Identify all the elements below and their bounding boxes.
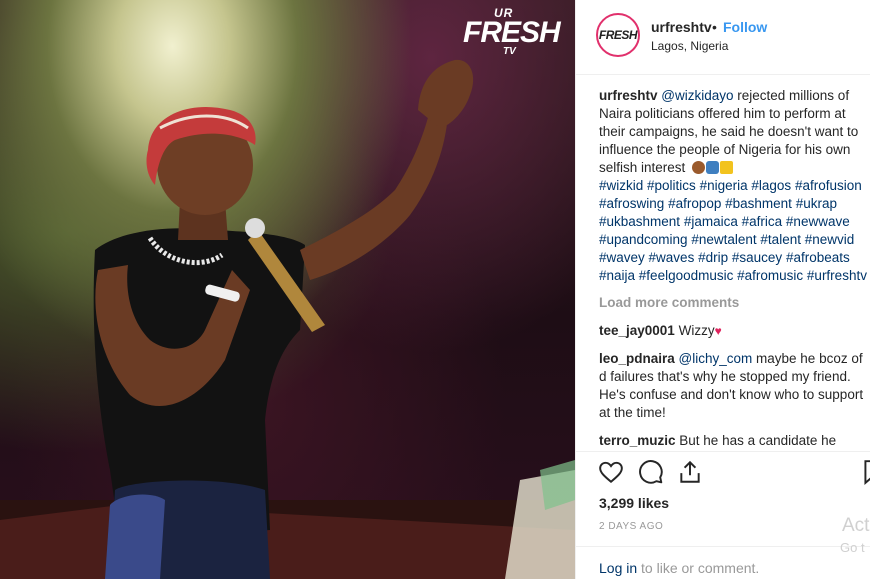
hashtag-list: #wizkid #politics #nigeria #lagos #afrof… (599, 178, 867, 283)
share-icon[interactable] (677, 459, 703, 485)
comment-username[interactable]: tee_jay0001 (599, 323, 675, 338)
post-photo[interactable]: UR FRESH TV (0, 0, 575, 579)
follow-button[interactable]: Follow (723, 19, 767, 35)
header-separator: • (712, 19, 717, 35)
comment-mention[interactable]: @lichy_com (679, 351, 753, 366)
hashtag-link[interactable]: #newwave (786, 214, 850, 229)
bookmark-icon[interactable] (860, 459, 870, 485)
hashtag-link[interactable]: #afropop (668, 196, 721, 211)
post-side-panel: FRESH urfreshtv • Follow Lagos, Nigeria … (575, 0, 870, 579)
activate-windows-subtext: Go t (840, 540, 865, 555)
hashtag-link[interactable]: #ukbashment (599, 214, 680, 229)
heart-icon[interactable] (598, 459, 624, 485)
hashtag-link[interactable]: #bashment (725, 196, 792, 211)
divider (576, 546, 870, 547)
hashtag-link[interactable]: #newvid (805, 232, 855, 247)
location-link[interactable]: Lagos, Nigeria (651, 39, 728, 53)
comments-area[interactable]: urfreshtv @wizkidayo rejected millions o… (599, 87, 867, 451)
avatar-logo-text: FRESH (598, 28, 638, 42)
hashtag-link[interactable]: #lagos (751, 178, 791, 193)
fist-emoji-icon (692, 161, 706, 175)
comment-text: But he has a candidate he (675, 433, 837, 449)
hashtag-link[interactable]: #wizkid (599, 178, 643, 193)
raised-hands-emoji-icon (706, 161, 720, 175)
hashtag-link[interactable]: #nigeria (700, 178, 748, 193)
hashtag-link[interactable]: #upandcoming (599, 232, 688, 247)
comment-icon[interactable] (638, 459, 664, 485)
login-link[interactable]: Log in (599, 560, 637, 576)
hashtag-link[interactable]: #ukrap (796, 196, 837, 211)
crown-emoji-icon (720, 161, 734, 175)
post-timestamp[interactable]: 2 DAYS AGO (599, 521, 663, 532)
comment-item: terro_muzic But he has a candidate he (599, 432, 867, 450)
hashtag-link[interactable]: #wavey (599, 250, 645, 265)
hashtag-link[interactable]: #urfreshtv (807, 268, 867, 283)
hashtag-link[interactable]: #afrobeats (786, 250, 850, 265)
caption-username[interactable]: urfreshtv (599, 88, 658, 103)
post-header: FRESH urfreshtv • Follow Lagos, Nigeria (576, 0, 870, 75)
activate-windows-overlay: Acti (842, 515, 870, 536)
hashtag-link[interactable]: #afromusic (737, 268, 803, 283)
likes-count[interactable]: 3,299 likes (599, 495, 669, 511)
performer-illustration (0, 59, 575, 579)
hashtag-link[interactable]: #afrofusion (795, 178, 862, 193)
caption-mention[interactable]: @wizkidayo (661, 88, 733, 103)
heart-emoji-icon: ♥ (714, 324, 722, 339)
login-rest-text: to like or comment. (637, 560, 760, 576)
comment-username[interactable]: terro_muzic (599, 433, 676, 448)
avatar[interactable]: FRESH (596, 13, 640, 57)
hashtag-link[interactable]: #drip (698, 250, 728, 265)
comment-item: leo_pdnaira @lichy_com maybe he bcoz of … (599, 350, 867, 422)
emoji-group (692, 159, 734, 177)
hashtag-link[interactable]: #saucey (732, 250, 782, 265)
hashtag-link[interactable]: #talent (760, 232, 801, 247)
hashtag-link[interactable]: #politics (647, 178, 696, 193)
action-bar (598, 459, 870, 489)
divider (576, 451, 870, 452)
hashtag-link[interactable]: #naija (599, 268, 635, 283)
hashtag-link[interactable]: #jamaica (684, 214, 738, 229)
login-prompt: Log in to like or comment. (599, 560, 759, 576)
comment-username[interactable]: leo_pdnaira (599, 351, 675, 366)
caption: urfreshtv @wizkidayo rejected millions o… (599, 87, 867, 285)
hashtag-link[interactable]: #africa (742, 214, 783, 229)
hashtag-link[interactable]: #feelgoodmusic (639, 268, 734, 283)
header-username[interactable]: urfreshtv (651, 19, 712, 35)
comment-item: tee_jay0001 Wizzy♥ (599, 322, 867, 340)
comment-text: Wizzy (674, 323, 715, 339)
load-more-comments[interactable]: Load more comments (599, 294, 867, 312)
hashtag-link[interactable]: #afroswing (599, 196, 664, 211)
watermark-tv: TV (503, 46, 516, 57)
urfresh-watermark: UR FRESH TV (463, 6, 561, 62)
hashtag-link[interactable]: #waves (649, 250, 695, 265)
watermark-fresh: FRESH (463, 16, 561, 49)
hashtag-link[interactable]: #newtalent (691, 232, 756, 247)
